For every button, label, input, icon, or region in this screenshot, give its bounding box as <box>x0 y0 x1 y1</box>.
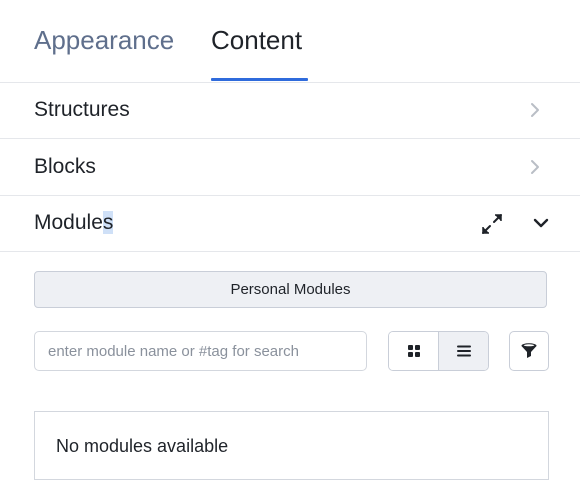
view-mode-toggle <box>388 331 489 371</box>
chevron-down-icon[interactable] <box>530 212 552 234</box>
chevron-right-icon <box>531 160 539 174</box>
chevron-right-icon <box>531 103 539 117</box>
section-structures-label: Structures <box>34 98 130 121</box>
list-view-button[interactable] <box>439 332 488 370</box>
tab-appearance[interactable]: Appearance <box>34 22 174 58</box>
filter-icon <box>521 343 537 358</box>
grid-icon <box>407 345 420 357</box>
section-blocks-label: Blocks <box>34 155 96 178</box>
grid-view-button[interactable] <box>389 332 439 370</box>
filter-button[interactable] <box>509 331 549 371</box>
content-panel: Appearance Content Structures Blocks Mod… <box>0 0 580 502</box>
tab-content[interactable]: Content <box>211 22 302 58</box>
text-selection: s <box>102 211 114 234</box>
personal-modules-button[interactable]: Personal Modules <box>34 271 547 308</box>
list-icon <box>456 345 471 357</box>
module-search-input[interactable] <box>34 331 367 371</box>
section-blocks[interactable]: Blocks <box>0 139 580 196</box>
modules-list-empty-state: No modules available <box>34 411 549 480</box>
expand-arrows-icon[interactable] <box>480 212 504 236</box>
active-tab-indicator <box>211 78 308 81</box>
tab-bar: Appearance Content <box>0 0 580 83</box>
section-modules-label: Modules <box>34 211 114 234</box>
empty-message: No modules available <box>56 436 229 456</box>
section-structures[interactable]: Structures <box>0 82 580 139</box>
